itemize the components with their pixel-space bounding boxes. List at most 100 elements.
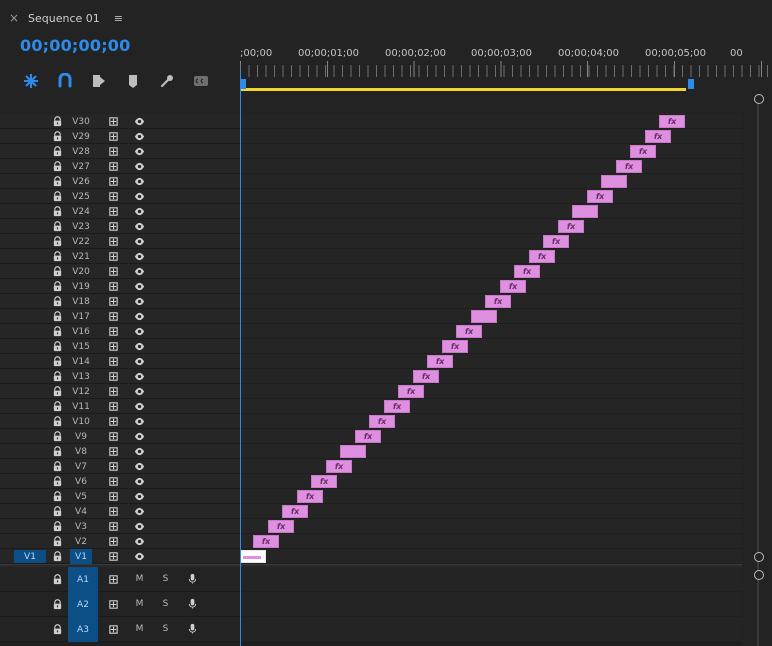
selected-clip[interactable] bbox=[240, 550, 266, 563]
track-label[interactable]: V3 bbox=[70, 519, 92, 534]
source-patch-v1[interactable]: V1 bbox=[14, 550, 46, 563]
track-lane[interactable]: fx bbox=[240, 294, 742, 309]
clip[interactable]: fx bbox=[529, 250, 555, 263]
eye-icon[interactable] bbox=[134, 131, 145, 142]
audio-track-lane[interactable] bbox=[240, 567, 742, 592]
track-label[interactable]: V2 bbox=[70, 534, 92, 549]
snap-icon[interactable] bbox=[56, 72, 74, 90]
clip[interactable]: fx bbox=[587, 190, 613, 203]
sync-lock-icon[interactable] bbox=[108, 599, 119, 610]
track-label[interactable]: V13 bbox=[70, 369, 92, 384]
sync-lock-icon[interactable] bbox=[108, 281, 119, 292]
sync-lock-icon[interactable] bbox=[108, 491, 119, 502]
sync-lock-icon[interactable] bbox=[108, 326, 119, 337]
track-lane[interactable]: fx bbox=[240, 429, 742, 444]
mute-button[interactable]: M bbox=[134, 573, 145, 584]
clip[interactable]: fx bbox=[413, 370, 439, 383]
solo-button[interactable]: S bbox=[160, 598, 171, 609]
timeline-settings-icon[interactable] bbox=[158, 72, 176, 90]
sync-lock-icon[interactable] bbox=[108, 431, 119, 442]
scroll-top-knob[interactable] bbox=[754, 94, 764, 104]
audio-track-lane[interactable] bbox=[240, 617, 742, 642]
track-label[interactable]: V18 bbox=[70, 294, 92, 309]
panel-menu-icon[interactable]: ≡ bbox=[114, 12, 123, 25]
lock-icon[interactable] bbox=[52, 536, 63, 547]
lock-icon[interactable] bbox=[52, 461, 63, 472]
audio-track-label[interactable]: A1 bbox=[68, 567, 98, 592]
lock-icon[interactable] bbox=[52, 146, 63, 157]
eye-icon[interactable] bbox=[134, 401, 145, 412]
sync-lock-icon[interactable] bbox=[108, 446, 119, 457]
sync-lock-icon[interactable] bbox=[108, 206, 119, 217]
eye-icon[interactable] bbox=[134, 551, 145, 562]
sync-lock-icon[interactable] bbox=[108, 191, 119, 202]
eye-icon[interactable] bbox=[134, 431, 145, 442]
eye-icon[interactable] bbox=[134, 161, 145, 172]
clip[interactable]: fx bbox=[659, 115, 685, 128]
track-label[interactable]: V24 bbox=[70, 204, 92, 219]
lock-icon[interactable] bbox=[52, 476, 63, 487]
track-label[interactable]: V6 bbox=[70, 474, 92, 489]
track-lane[interactable]: fx bbox=[240, 144, 742, 159]
clip[interactable]: fx bbox=[297, 490, 323, 503]
sync-lock-icon[interactable] bbox=[108, 506, 119, 517]
track-lane[interactable]: fx bbox=[240, 459, 742, 474]
track-lane[interactable] bbox=[240, 174, 742, 189]
work-area-bar[interactable] bbox=[240, 88, 686, 91]
track-lane[interactable]: fx bbox=[240, 474, 742, 489]
clip[interactable]: fx bbox=[311, 475, 337, 488]
lock-icon[interactable] bbox=[52, 161, 63, 172]
sync-lock-icon[interactable] bbox=[108, 341, 119, 352]
clip[interactable] bbox=[572, 205, 598, 218]
sync-lock-icon[interactable] bbox=[108, 311, 119, 322]
sync-lock-icon[interactable] bbox=[108, 536, 119, 547]
track-label[interactable]: V4 bbox=[70, 504, 92, 519]
sync-lock-icon[interactable] bbox=[108, 266, 119, 277]
track-label[interactable]: V22 bbox=[70, 234, 92, 249]
track-lane[interactable]: fx bbox=[240, 114, 742, 129]
lock-icon[interactable] bbox=[52, 236, 63, 247]
eye-icon[interactable] bbox=[134, 446, 145, 457]
lock-icon[interactable] bbox=[52, 371, 63, 382]
sync-lock-icon[interactable] bbox=[108, 461, 119, 472]
captions-icon[interactable] bbox=[192, 72, 210, 90]
mute-button[interactable]: M bbox=[134, 623, 145, 634]
eye-icon[interactable] bbox=[134, 341, 145, 352]
eye-icon[interactable] bbox=[134, 206, 145, 217]
track-label[interactable]: V7 bbox=[70, 459, 92, 474]
eye-icon[interactable] bbox=[134, 236, 145, 247]
nest-toggle-icon[interactable] bbox=[22, 72, 40, 90]
track-lane[interactable]: fx bbox=[240, 324, 742, 339]
clip[interactable]: fx bbox=[485, 295, 511, 308]
clip[interactable] bbox=[340, 445, 366, 458]
track-label[interactable]: V11 bbox=[70, 399, 92, 414]
track-lane[interactable]: fx bbox=[240, 189, 742, 204]
track-label[interactable]: V5 bbox=[70, 489, 92, 504]
lock-icon[interactable] bbox=[52, 176, 63, 187]
track-label[interactable]: V20 bbox=[70, 264, 92, 279]
solo-button[interactable]: S bbox=[160, 573, 171, 584]
lock-icon[interactable] bbox=[52, 401, 63, 412]
sync-lock-icon[interactable] bbox=[108, 131, 119, 142]
clip[interactable]: fx bbox=[645, 130, 671, 143]
lock-icon[interactable] bbox=[52, 521, 63, 532]
eye-icon[interactable] bbox=[134, 491, 145, 502]
clip[interactable] bbox=[471, 310, 497, 323]
mute-button[interactable]: M bbox=[134, 598, 145, 609]
track-lane[interactable]: fx bbox=[240, 519, 742, 534]
sync-lock-icon[interactable] bbox=[108, 574, 119, 585]
eye-icon[interactable] bbox=[134, 281, 145, 292]
eye-icon[interactable] bbox=[134, 146, 145, 157]
sync-lock-icon[interactable] bbox=[108, 521, 119, 532]
track-label[interactable]: V27 bbox=[70, 159, 92, 174]
clip[interactable]: fx bbox=[514, 265, 540, 278]
sync-lock-icon[interactable] bbox=[108, 116, 119, 127]
lock-icon[interactable] bbox=[52, 116, 63, 127]
eye-icon[interactable] bbox=[134, 371, 145, 382]
track-lane[interactable]: fx bbox=[240, 414, 742, 429]
track-lane[interactable]: fx bbox=[240, 354, 742, 369]
clip[interactable]: fx bbox=[630, 145, 656, 158]
eye-icon[interactable] bbox=[134, 311, 145, 322]
scroll-video-end-knob[interactable] bbox=[754, 552, 764, 562]
work-area-out-handle[interactable] bbox=[688, 79, 694, 89]
